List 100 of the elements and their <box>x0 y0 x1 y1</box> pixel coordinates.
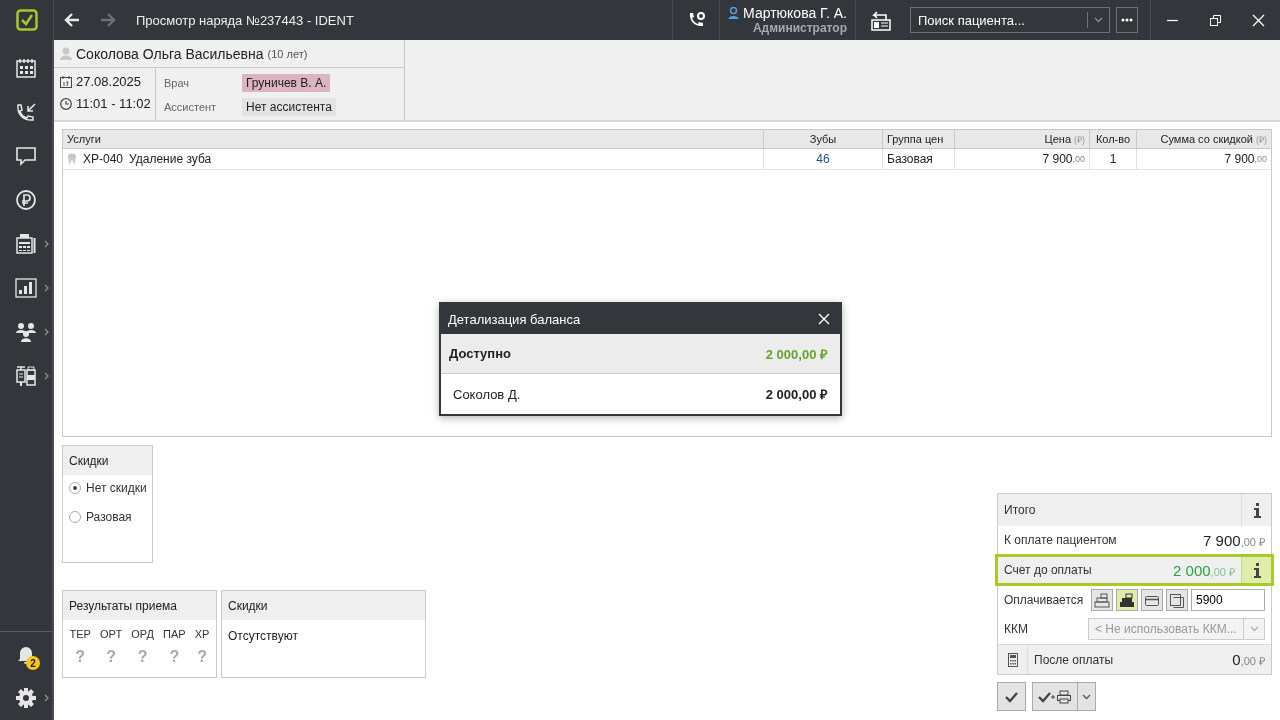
logo-icon[interactable] <box>15 9 38 31</box>
table-cell: 1 <box>1090 149 1137 169</box>
user-name: Мартюкова Г. А. <box>743 5 847 21</box>
row-label: Счет до оплаты <box>1004 563 1093 577</box>
register-icon <box>1119 592 1135 608</box>
info-icon <box>1251 502 1262 518</box>
result-label: ХР <box>194 628 210 640</box>
result-value: ? <box>197 648 207 666</box>
arrow-icon <box>98 11 118 29</box>
row-label: После оплаты <box>1034 652 1114 667</box>
caret-icon <box>1249 626 1259 632</box>
price-amount: 7 900 <box>1042 152 1073 166</box>
calculator-icon <box>1007 652 1018 667</box>
clock-icon <box>60 97 72 110</box>
payment-method-button[interactable] <box>1141 589 1163 611</box>
people-icon <box>15 321 37 343</box>
confirm-button[interactable] <box>997 682 1026 711</box>
radio-button[interactable] <box>69 511 81 523</box>
info-button[interactable] <box>1241 557 1271 583</box>
amount-cents: ,00 ₽ <box>1240 655 1265 667</box>
amount-to-pay: 7 900 <box>1203 531 1241 549</box>
close-icon <box>818 313 830 325</box>
row-label: ККМ <box>1004 622 1029 636</box>
calendar-icon <box>15 57 37 79</box>
amount-cents: ,00 ₽ <box>1240 535 1265 548</box>
calendar-icon <box>60 75 72 88</box>
result-label: ТЕР <box>69 628 91 640</box>
column-header: Группа цен <box>883 130 955 148</box>
balance-label: Доступно <box>449 346 512 361</box>
dialog-title: Детализация баланса <box>448 311 582 327</box>
row-label: К оплате пациентом <box>1004 533 1118 547</box>
window-title: Просмотр наряда №237443 - IDENT <box>136 12 355 28</box>
result-value: ? <box>75 648 86 666</box>
totals-title: Итого <box>1004 503 1037 517</box>
discount-text: Отсутствуют <box>227 628 299 645</box>
documents-icon <box>1169 592 1185 608</box>
confirm-print-button[interactable] <box>1032 682 1078 711</box>
column-header: Сумма со скидкой <box>1160 133 1253 145</box>
restore-icon <box>1209 13 1222 27</box>
ruble-coin-icon <box>15 189 37 211</box>
user-role: Администратор <box>752 21 847 35</box>
id-card-return-icon <box>870 9 892 31</box>
column-header: Кол-во <box>1090 130 1137 148</box>
balance-amount: 2 000,00 ₽ <box>765 386 828 403</box>
balance-amount: 2 000 <box>1173 561 1211 579</box>
phone-gear-icon <box>687 11 706 29</box>
staff-tag[interactable]: Нет ассистента <box>242 98 336 116</box>
settings-icon <box>15 687 37 709</box>
notification-badge: 2 <box>26 656 40 670</box>
account-balance-row[interactable]: Счет до оплаты 2 000,00 ₽ <box>995 554 1274 586</box>
payment-amount-field[interactable]: 5900 <box>1191 589 1265 611</box>
chevron-icon <box>44 284 49 292</box>
chevron-icon <box>44 240 49 248</box>
tooth-icon <box>67 153 77 165</box>
result-value: ? <box>137 648 148 666</box>
info-icon <box>1251 562 1262 578</box>
column-header: Цена <box>1044 133 1071 145</box>
more-button[interactable] <box>1116 7 1138 33</box>
register-outline-icon <box>1094 592 1110 608</box>
panel-title: Скидки <box>222 591 425 620</box>
column-header: Услуги <box>63 130 764 148</box>
chevron-icon <box>44 694 49 702</box>
staff-label: Врач <box>164 77 191 89</box>
amount-cents: ,00 ₽ <box>1210 565 1235 578</box>
phone-arrow-icon <box>15 101 37 123</box>
balance-amount: 2 000,00 ₽ <box>765 345 828 363</box>
amount-after-payment: 0 <box>1232 651 1241 668</box>
check-plus-printer-icon <box>1038 689 1072 704</box>
column-header: Зубы <box>764 130 883 148</box>
currency-unit: (₽) <box>1074 133 1085 146</box>
appointment-time: 11:01 - 11:02 <box>76 96 151 111</box>
patient-name: Соколова Ольга Васильевна <box>76 45 264 62</box>
staff-label: Ассистент <box>164 101 218 113</box>
sidebar-item[interactable]: 2 <box>0 632 52 676</box>
result-label: ОРТ <box>100 628 123 640</box>
table-cell: Базовая <box>883 149 955 169</box>
panel-title: Результаты приема <box>63 591 216 620</box>
bar-chart-icon <box>15 277 37 299</box>
radio-label[interactable]: Разовая <box>86 510 132 524</box>
check-icon <box>1005 690 1018 703</box>
appointment-date: 27.08.2025 <box>76 74 142 89</box>
sum-amount: 7 900 <box>1224 152 1255 166</box>
cash-register-icon <box>15 233 37 255</box>
radio-button[interactable] <box>69 482 81 494</box>
sum-cents: ,00 <box>1254 154 1267 164</box>
service-code: ХР-040 <box>83 152 124 166</box>
service-name: Удаление зуба <box>129 152 212 166</box>
chevron-icon <box>44 372 49 380</box>
result-label: ПАР <box>163 628 186 640</box>
staff-tag[interactable]: Груничев В. А. <box>242 74 331 92</box>
payment-method-button[interactable] <box>1116 589 1138 611</box>
radio-label[interactable]: Нет скидки <box>86 481 147 495</box>
payment-method-button[interactable] <box>1166 589 1188 611</box>
patient-age: (10 лет) <box>267 47 308 60</box>
person-icon <box>60 47 72 60</box>
currency-unit: (₽) <box>1256 133 1267 146</box>
price-cents: ,00 <box>1072 154 1085 164</box>
arrow-icon <box>62 11 82 29</box>
chat-icon <box>15 145 37 167</box>
caret-icon <box>1082 693 1091 700</box>
